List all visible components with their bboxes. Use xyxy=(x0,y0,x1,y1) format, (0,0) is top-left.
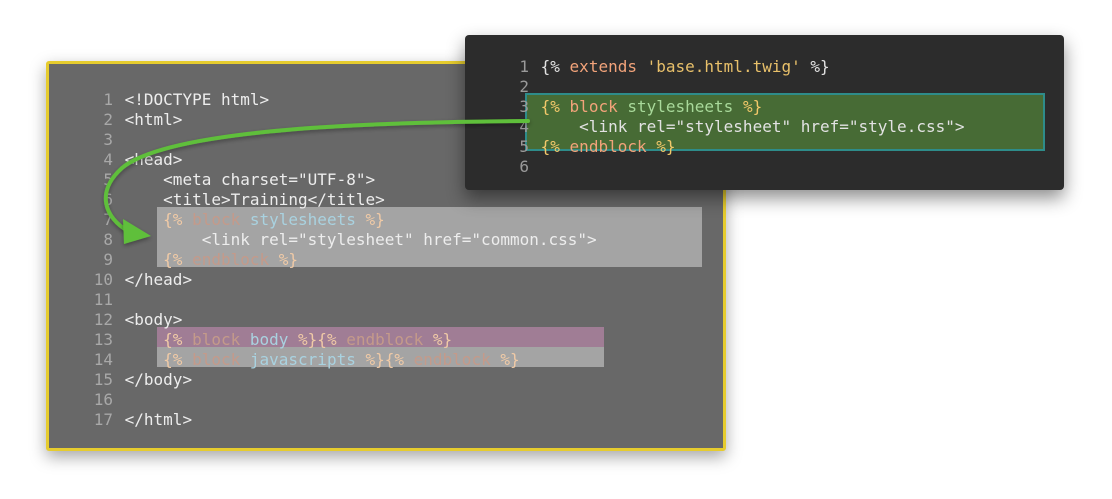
override-arrow-path xyxy=(103,119,530,233)
override-arrow-head xyxy=(123,219,151,244)
override-arrow xyxy=(103,119,530,244)
